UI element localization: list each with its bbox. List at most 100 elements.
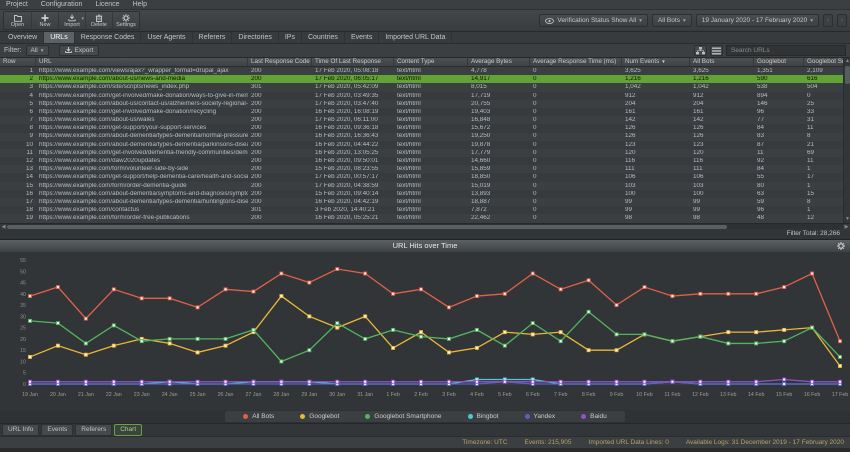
import-button[interactable]: Import ▾ [58, 12, 85, 29]
filter-dropdown[interactable]: All ▾ [25, 45, 49, 56]
tab-countries[interactable]: Countries [302, 32, 345, 43]
table-cell: 0 [533, 67, 537, 74]
column-header-time-of-last-response[interactable]: Time Of Last Response [312, 58, 394, 66]
svg-text:35: 35 [20, 303, 26, 309]
verification-status-dropdown[interactable]: Verification Status Show All ▾ [539, 14, 648, 27]
table-cell: 200 [251, 141, 262, 148]
legend-item-baidu[interactable]: Baidu [581, 413, 607, 420]
table-row[interactable]: 6 https://www.example.com/get-involved/ma… [0, 107, 850, 117]
new-button[interactable]: New [31, 12, 58, 29]
table-row[interactable]: 7 https://www.example.com/about-us/wales 2… [0, 116, 850, 125]
bots-filter-dropdown[interactable]: All Bots ▾ [651, 14, 692, 27]
tab-user-agents[interactable]: User Agents [141, 32, 193, 43]
tab-events[interactable]: Events [345, 32, 380, 43]
open-button[interactable]: Open [4, 12, 31, 29]
table-row[interactable]: 14 https://www.example.com/get-support/he… [0, 173, 850, 182]
table-cell: text/html [397, 166, 421, 173]
filter-label: Filter: [4, 47, 22, 54]
data-point [111, 322, 116, 327]
menu-item-project[interactable]: Project [6, 1, 28, 8]
table-row[interactable]: 16 https://www.example.com/about-dementia… [0, 189, 850, 198]
legend-item-all-bots[interactable]: All Bots [243, 413, 274, 420]
table-row[interactable]: 15 https://www.example.com/form/order-dem… [0, 181, 850, 190]
table-cell: text/html [397, 92, 421, 99]
tab-response-codes[interactable]: Response Codes [75, 32, 142, 43]
data-point [447, 350, 451, 354]
status-item: Timezone: UTC [462, 438, 508, 446]
table-row[interactable]: 17 https://www.example.com/about-dementia… [0, 198, 850, 207]
tab-referers[interactable]: Referers [193, 32, 233, 43]
legend-item-googlebot-smartphone[interactable]: Googlebot Smartphone [365, 413, 442, 420]
column-header-average-response-time-ms-[interactable]: Average Response Time (ms) [530, 58, 622, 66]
bottom-tab-url-info[interactable]: URL Info [2, 423, 40, 436]
vertical-scrollbar[interactable]: ▲ ▼ [843, 58, 850, 223]
prev-range-button[interactable]: ‹ [823, 14, 833, 27]
data-point [474, 293, 479, 298]
data-point [670, 293, 675, 298]
tab-imported-url-data[interactable]: Imported URL Data [379, 32, 453, 43]
legend-item-googlebot[interactable]: Googlebot [300, 413, 339, 420]
table-row[interactable]: 2 https://www.example.com/about-us/news-a… [0, 75, 850, 84]
tab-urls[interactable]: URLs [44, 32, 75, 43]
table-row[interactable]: 13 https://www.example.com/form/volunteer… [0, 165, 850, 174]
table-cell: 11 [26, 149, 33, 156]
column-header-content-type[interactable]: Content Type [394, 58, 468, 66]
scroll-left-arrow[interactable]: ◀ [0, 223, 7, 230]
bottom-tab-events[interactable]: Events [41, 423, 74, 436]
tab-directories[interactable]: Directories [232, 32, 279, 43]
tab-overview[interactable]: Overview [2, 32, 45, 43]
table-row[interactable]: 1 https://www.example.com/views/ajax?_wra… [0, 67, 850, 76]
scroll-down-arrow[interactable]: ▼ [844, 216, 850, 223]
column-header-row[interactable]: Row [0, 58, 36, 66]
data-point [726, 341, 731, 345]
table-row[interactable]: 5 https://www.example.com/about-us/contac… [0, 99, 850, 108]
table-cell: https://www.example.com/site/scripts/new… [39, 84, 190, 91]
table-row[interactable]: 8 https://www.example.com/get-support/you… [0, 124, 850, 133]
table-row[interactable]: 18 https://www.example.com/contactus 301 3 … [0, 206, 850, 215]
table-cell: 17 Feb 2020, 03:47:40 [315, 100, 379, 107]
tree-view-button[interactable] [694, 45, 707, 56]
table-cell: 18,887 [471, 198, 491, 205]
data-point [251, 379, 256, 384]
table-row[interactable]: 3 https://www.example.com/site/scripts/ne… [0, 83, 850, 92]
bottom-tab-chart[interactable]: Chart [114, 423, 143, 436]
table-cell: 17 Feb 2020, 05:42:09 [315, 84, 379, 91]
data-point [167, 379, 172, 384]
delete-button[interactable]: Delete [85, 12, 112, 29]
column-header-url[interactable]: URL [36, 58, 248, 66]
table-row[interactable]: 9 https://www.example.com/about-dementia/… [0, 132, 850, 141]
data-point [558, 338, 563, 343]
bottom-tab-referers[interactable]: Referers [75, 423, 113, 436]
table-cell: 59 [757, 198, 765, 205]
tab-ips[interactable]: IPs [279, 32, 302, 43]
horizontal-scrollbar[interactable]: ◀ ▶ [0, 222, 850, 230]
search-input[interactable] [726, 45, 846, 56]
legend-item-yandex[interactable]: Yandex [524, 413, 555, 420]
horizontal-scroll-thumb[interactable] [7, 224, 727, 229]
list-view-button[interactable] [710, 45, 723, 56]
table-row[interactable]: 12 https://www.example.com/daw2020updates… [0, 157, 850, 166]
table-row[interactable]: 11 https://www.example.com/get-involved/d… [0, 148, 850, 158]
scroll-right-arrow[interactable]: ▶ [843, 223, 850, 230]
table-row[interactable]: 19 https://www.example.com/form/order-fre… [0, 214, 850, 223]
table-row[interactable]: 10 https://www.example.com/about-dementia… [0, 140, 850, 149]
table-row[interactable]: 4 https://www.example.com/get-involved/ma… [0, 91, 850, 100]
chart-settings-button[interactable] [837, 241, 845, 252]
vertical-scroll-thumb[interactable] [845, 66, 850, 84]
column-header-googlebot[interactable]: Googlebot [754, 58, 804, 66]
export-button[interactable]: Export [58, 45, 100, 56]
column-header-last-response-code[interactable]: Last Response Code [248, 58, 312, 66]
column-header-all-bots[interactable]: All Bots [690, 58, 754, 66]
scroll-up-arrow[interactable]: ▲ [844, 58, 850, 65]
data-point [698, 291, 703, 296]
next-range-button[interactable]: › [837, 14, 847, 27]
date-range-dropdown[interactable]: 19 January 2020 - 17 February 2020 ▾ [695, 14, 819, 27]
legend-item-bingbot[interactable]: Bingbot [467, 413, 499, 420]
settings-button[interactable]: Settings [112, 12, 139, 29]
menu-item-help[interactable]: Help [133, 1, 147, 8]
column-header-average-bytes[interactable]: Average Bytes [468, 58, 530, 66]
menu-item-licence[interactable]: Licence [95, 1, 119, 8]
column-header-num-events[interactable]: Num Events ▼ [622, 58, 690, 66]
table-cell: text/html [397, 108, 421, 115]
menu-item-configuration[interactable]: Configuration [41, 1, 83, 8]
